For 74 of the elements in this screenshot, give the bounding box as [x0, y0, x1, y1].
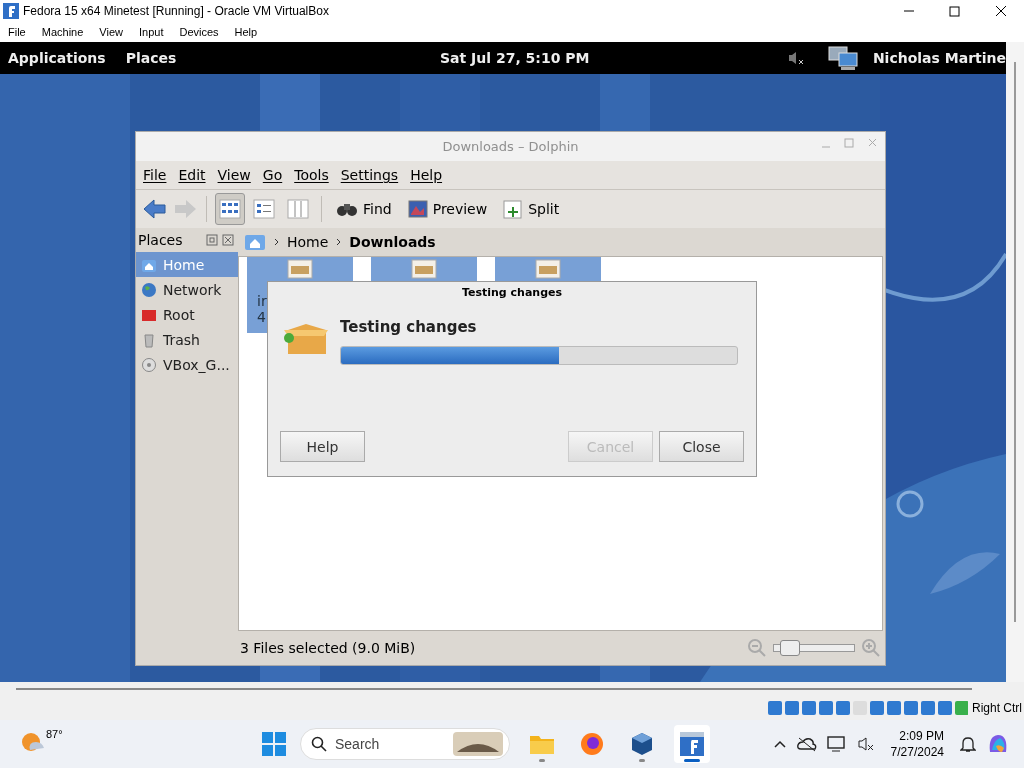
menu-item[interactable]: Help: [405, 167, 448, 183]
menu-item[interactable]: Settings: [335, 167, 404, 183]
view-mode-button[interactable]: [215, 193, 245, 225]
breadcrumb-item[interactable]: Home: [287, 234, 329, 250]
browser-icon[interactable]: [580, 732, 604, 756]
user-menu[interactable]: Nicholas Martine: [872, 50, 1006, 66]
panel-menu[interactable]: Applications: [0, 50, 106, 66]
menu-item[interactable]: Help: [226, 26, 266, 38]
start-icon[interactable]: [262, 732, 286, 756]
home-icon[interactable]: [244, 233, 266, 251]
scrollbar-thumb[interactable]: [16, 688, 972, 690]
search-field[interactable]: Search: [300, 728, 510, 760]
toolbar-button[interactable]: Preview: [401, 198, 494, 220]
toolbar-button[interactable]: Find: [330, 199, 398, 219]
search-placeholder: Search: [335, 736, 381, 752]
panel-title: Places: [138, 232, 184, 248]
binoculars-icon: [336, 201, 358, 217]
chevron-icon: [274, 238, 279, 246]
back-arrow-icon[interactable]: [142, 198, 168, 220]
toolbar-button[interactable]: Split: [497, 197, 566, 221]
float-icon[interactable]: [206, 234, 218, 246]
cloud-icon[interactable]: [796, 736, 817, 752]
place-item[interactable]: Trash: [136, 327, 238, 352]
menu-item[interactable]: Tools: [289, 167, 334, 183]
scrollbar-thumb[interactable]: [1014, 62, 1016, 622]
trash-icon: [141, 331, 157, 348]
disc-icon: [141, 356, 157, 373]
bell-icon[interactable]: [960, 735, 976, 753]
menu-item[interactable]: Go: [257, 167, 288, 183]
cube-icon[interactable]: [630, 732, 654, 756]
device-icons-drawing[interactable]: [768, 700, 968, 716]
window-title: Downloads – Dolphin: [442, 139, 579, 154]
menu-item[interactable]: Input: [130, 26, 172, 38]
taskbar-app[interactable]: [674, 725, 710, 763]
search-icon: [311, 736, 327, 752]
muted-speaker-icon[interactable]: [786, 50, 805, 66]
monitor-icon[interactable]: [826, 735, 847, 753]
place-item[interactable]: VBox_G...: [136, 352, 238, 377]
package-icon: [287, 259, 313, 279]
panel-clock[interactable]: Sat Jul 27, 5:10 PM: [440, 50, 590, 66]
place-item[interactable]: Network: [136, 277, 238, 302]
split-icon: [503, 199, 524, 219]
dialog-button[interactable]: Help: [280, 431, 365, 462]
dialog-button[interactable]: Close: [659, 431, 744, 462]
tile-label: 4: [257, 309, 267, 325]
chevron-icon: [336, 238, 342, 246]
package-icon: [411, 259, 437, 279]
place-item[interactable]: Root: [136, 302, 238, 327]
breadcrumb-item[interactable]: Downloads: [349, 234, 436, 250]
menu-item[interactable]: Machine: [33, 26, 92, 38]
chevron-up-icon[interactable]: [772, 739, 787, 749]
menu-item[interactable]: Edit: [173, 167, 211, 183]
menu-item[interactable]: View: [91, 26, 131, 38]
tile-label: ir: [257, 293, 267, 309]
globe-icon: [141, 281, 157, 298]
temperature: 87°: [46, 728, 63, 740]
muted-speaker-icon[interactable]: [856, 736, 875, 752]
host-key-label: Right Ctrl: [972, 701, 1022, 715]
window-icon[interactable]: [679, 731, 705, 757]
clock[interactable]: 2:09 PM 7/27/2024: [890, 728, 944, 760]
dialog-title: Testing changes: [460, 285, 564, 301]
menu-item[interactable]: File: [0, 26, 34, 38]
panel-menu[interactable]: Places: [117, 50, 177, 66]
menu-item[interactable]: View: [212, 167, 256, 183]
menu-item[interactable]: Devices: [171, 26, 227, 38]
menu-item[interactable]: File: [138, 167, 172, 183]
package-icon: [535, 259, 561, 279]
network-computers-icon[interactable]: [826, 45, 859, 71]
app-icon: [3, 3, 19, 19]
image-icon: [407, 200, 428, 218]
status-text: 3 Files selected (9.0 MiB): [240, 640, 416, 656]
dialog-heading: Testing changes: [340, 318, 478, 336]
window-title: Fedora 15 x64 Minetest [Running] - Oracle VM VirtualBox: [22, 4, 330, 18]
weather-widget[interactable]: 87°: [20, 728, 63, 754]
